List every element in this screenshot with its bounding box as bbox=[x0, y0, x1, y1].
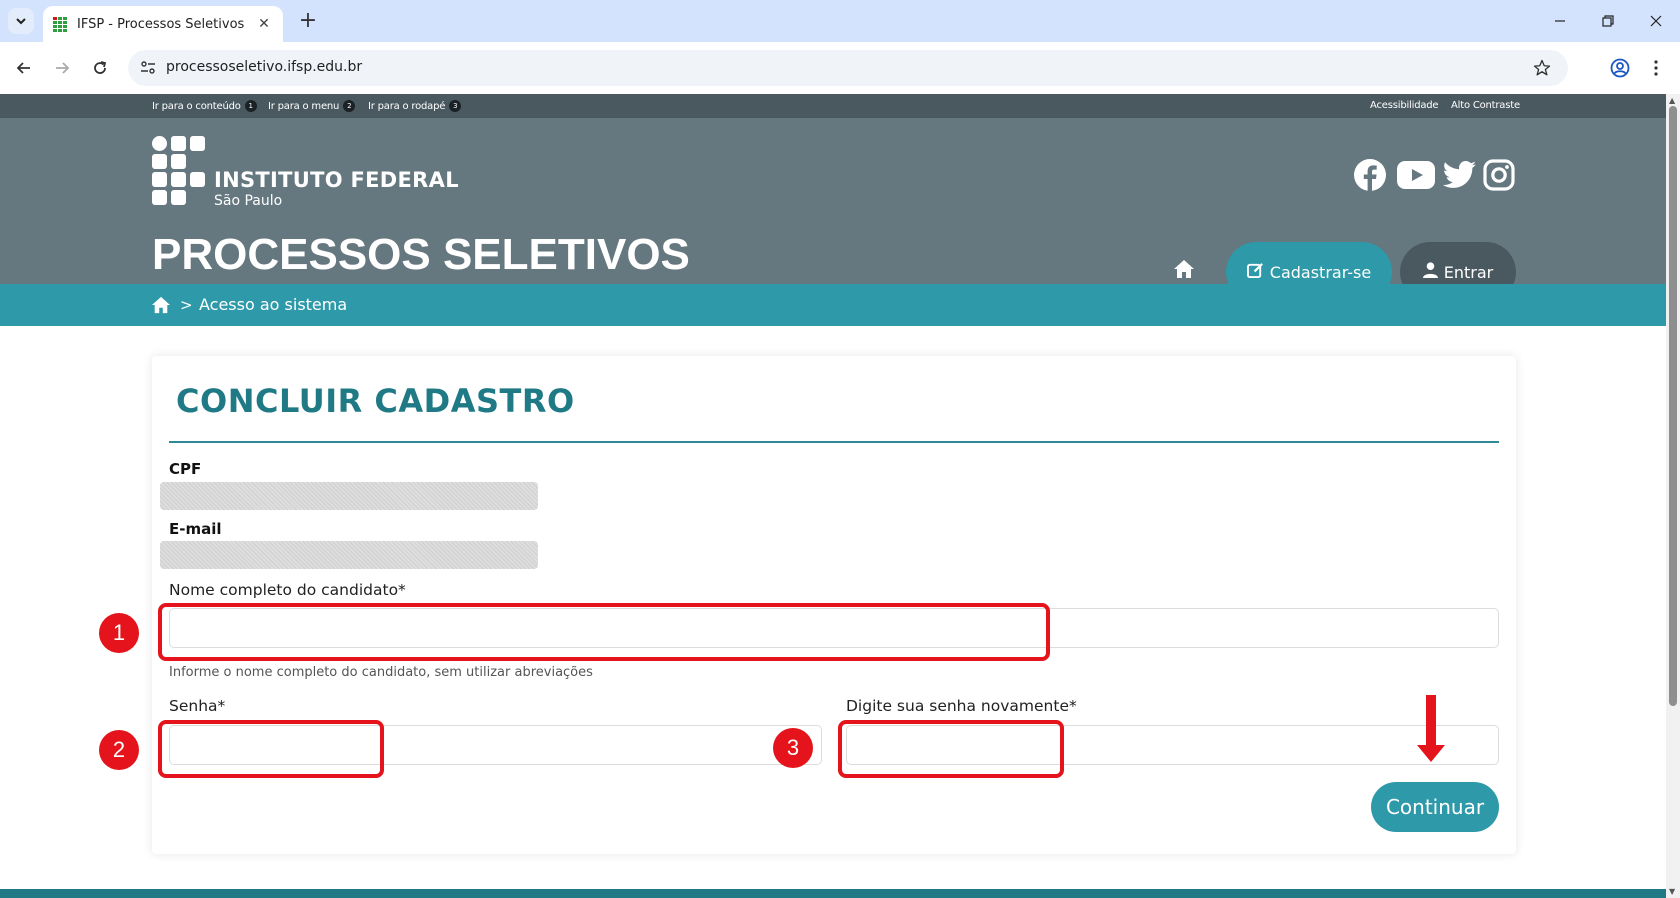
annotation-box-confirm bbox=[838, 720, 1064, 778]
annotation-marker-1: 1 bbox=[99, 613, 139, 653]
user-icon bbox=[1422, 262, 1438, 282]
email-field-redacted bbox=[160, 541, 538, 569]
accessibility-bar: Ir para o conteúdo 1 Ir para o menu 2 Ir… bbox=[0, 94, 1666, 118]
cpf-field-redacted bbox=[160, 482, 538, 510]
logo-mark-icon bbox=[152, 136, 206, 206]
forward-arrow-icon[interactable] bbox=[48, 54, 76, 82]
edit-icon bbox=[1246, 262, 1264, 283]
browser-toolbar: processoseletivo.ifsp.edu.br bbox=[0, 42, 1680, 94]
confirm-password-label: Digite sua senha novamente* bbox=[846, 697, 1077, 715]
tab-title: IFSP - Processos Seletivos bbox=[77, 16, 245, 32]
password-label: Senha* bbox=[169, 697, 226, 715]
tab-search-button[interactable] bbox=[8, 8, 34, 34]
breadcrumb-separator: > bbox=[180, 296, 193, 314]
skip-to-content-link[interactable]: Ir para o conteúdo 1 bbox=[152, 100, 257, 112]
email-label: E-mail bbox=[169, 520, 222, 538]
footer-top-strip bbox=[0, 889, 1666, 898]
scroll-down-icon[interactable]: ▼ bbox=[1669, 887, 1675, 896]
annotation-box-name bbox=[158, 603, 1050, 661]
annotation-marker-3: 3 bbox=[773, 728, 813, 768]
annotation-marker-2: 2 bbox=[99, 730, 139, 770]
skip-to-menu-link[interactable]: Ir para o menu 2 bbox=[268, 100, 356, 112]
bookmark-star-icon[interactable] bbox=[1530, 56, 1554, 80]
annotation-arrow bbox=[1426, 695, 1436, 747]
page-viewport: Ir para o conteúdo 1 Ir para o menu 2 Ir… bbox=[0, 94, 1666, 898]
full-name-label: Nome completo do candidato* bbox=[169, 581, 406, 599]
breadcrumb: > Acesso ao sistema bbox=[0, 284, 1666, 326]
accessibility-link[interactable]: Acessibilidade bbox=[1370, 100, 1439, 111]
plus-icon[interactable]: + bbox=[296, 9, 320, 33]
continue-button[interactable]: Continuar bbox=[1371, 782, 1499, 832]
full-name-hint: Informe o nome completo do candidato, se… bbox=[169, 665, 593, 680]
ifsp-favicon-icon bbox=[53, 17, 67, 32]
tab-strip: IFSP - Processos Seletivos ✕ + bbox=[0, 0, 1680, 42]
address-bar[interactable]: processoseletivo.ifsp.edu.br bbox=[128, 50, 1568, 86]
breadcrumb-home-icon[interactable] bbox=[150, 295, 172, 315]
facebook-icon[interactable] bbox=[1353, 158, 1387, 192]
browser-tab[interactable]: IFSP - Processos Seletivos ✕ bbox=[43, 6, 283, 42]
breadcrumb-current: Acesso ao sistema bbox=[199, 295, 348, 314]
skip-to-footer-link[interactable]: Ir para o rodapé 3 bbox=[368, 100, 462, 112]
kebab-menu-icon[interactable] bbox=[1644, 54, 1668, 82]
restore-icon[interactable] bbox=[1596, 10, 1620, 32]
close-window-icon[interactable] bbox=[1644, 10, 1668, 32]
close-tab-icon[interactable]: ✕ bbox=[255, 16, 273, 32]
logo-subtitle: São Paulo bbox=[214, 193, 283, 209]
youtube-icon[interactable] bbox=[1396, 158, 1436, 192]
scroll-up-icon[interactable]: ▲ bbox=[1669, 96, 1675, 105]
annotation-box-password bbox=[158, 720, 384, 778]
page-scrollbar[interactable]: ▲ ▼ bbox=[1666, 94, 1680, 898]
logo-title: INSTITUTO FEDERAL bbox=[214, 168, 459, 192]
site-title: PROCESSOS SELETIVOS bbox=[152, 230, 690, 279]
minimize-icon[interactable] bbox=[1548, 10, 1572, 32]
back-arrow-icon[interactable] bbox=[10, 54, 38, 82]
title-divider bbox=[169, 441, 1499, 443]
url-text: processoseletivo.ifsp.edu.br bbox=[166, 59, 363, 75]
home-icon[interactable] bbox=[1170, 255, 1198, 283]
page-title: CONCLUIR CADASTRO bbox=[176, 382, 575, 420]
twitter-icon[interactable] bbox=[1442, 158, 1478, 192]
cpf-label: CPF bbox=[169, 460, 202, 478]
site-header: INSTITUTO FEDERAL São Paulo PROCESSOS SE… bbox=[0, 118, 1666, 302]
high-contrast-link[interactable]: Alto Contraste bbox=[1451, 100, 1520, 111]
scroll-thumb[interactable] bbox=[1669, 106, 1677, 706]
chevron-down-icon bbox=[15, 12, 27, 31]
profile-icon[interactable] bbox=[1606, 54, 1634, 82]
arrow-down-icon bbox=[1417, 745, 1445, 762]
reload-icon[interactable] bbox=[86, 54, 114, 82]
instagram-icon[interactable] bbox=[1482, 158, 1516, 192]
site-settings-icon[interactable] bbox=[136, 56, 160, 80]
